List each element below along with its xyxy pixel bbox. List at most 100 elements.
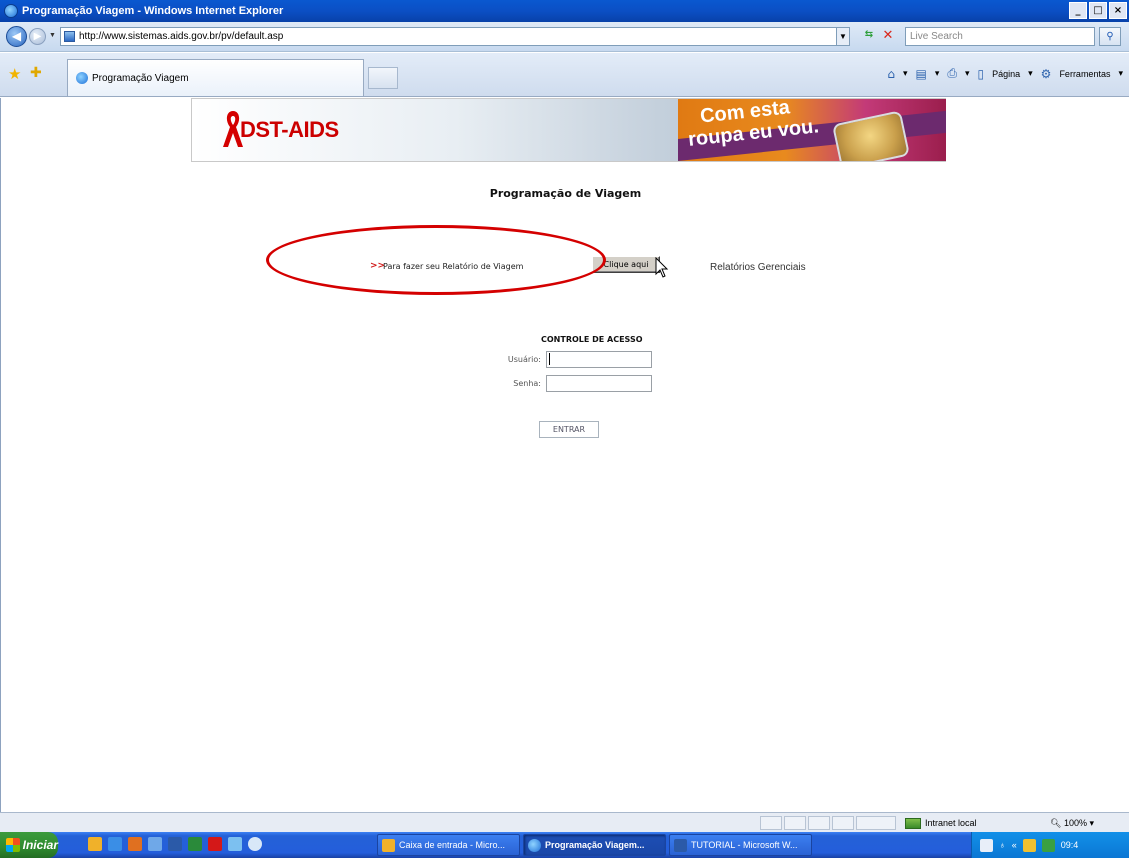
app-icon[interactable] [148, 837, 162, 851]
zoom-icon: 🔍︎ [1050, 818, 1062, 828]
tray-app-icon[interactable] [1041, 838, 1055, 852]
new-tab-button[interactable] [368, 67, 398, 89]
login-title: CONTROLE DE ACESSO [541, 335, 643, 344]
taskbar-item[interactable]: Caixa de entrada - Micro... [377, 834, 520, 856]
window-title: Programação Viagem - Windows Internet Ex… [22, 5, 284, 17]
quick-launch [88, 837, 262, 851]
page-content: DST-AIDS Com esta roupa eu vou. Programa… [0, 98, 1129, 812]
search-input[interactable]: Live Search [905, 27, 1095, 46]
command-bar: ⌂ ▾ ▤ ▾ ⎙ ▾ ▯ Página ▾ ⚙ Ferramentas ▾ [887, 66, 1123, 81]
page-menu-icon: ▯ [977, 66, 985, 81]
tools-menu-dropdown[interactable]: ▾ [1118, 68, 1123, 79]
print-dropdown[interactable]: ▾ [965, 68, 970, 79]
forward-arrow-icon[interactable]: ▶ [29, 28, 46, 45]
start-button[interactable]: Iniciar [0, 832, 58, 858]
ie-icon [528, 838, 541, 852]
search-icon[interactable]: ⚲ [1099, 27, 1121, 46]
zone-label: Intranet local [925, 818, 977, 828]
clock-app-icon[interactable] [248, 837, 262, 851]
password-label: Senha: [513, 379, 541, 388]
app-icon[interactable] [228, 837, 242, 851]
maximize-button[interactable]: □ [1089, 2, 1107, 19]
address-toolbar: ◀ ▶ ▼ http://www.sistemas.aids.gov.br/pv… [0, 22, 1129, 52]
home-icon[interactable]: ⌂ [887, 67, 895, 81]
back-arrow-icon[interactable]: ◀ [6, 26, 27, 47]
entrar-button[interactable]: ENTRAR [539, 421, 599, 438]
page-icon [64, 31, 75, 42]
ribbon-app-icon[interactable] [208, 837, 222, 851]
help-icon[interactable] [980, 838, 993, 852]
tray-app-icon[interactable] [1022, 838, 1036, 852]
feeds-dropdown[interactable]: ▾ [935, 68, 940, 79]
intranet-zone-icon [905, 817, 921, 829]
excel-icon[interactable] [188, 837, 202, 851]
report-row: >> Para fazer seu Relatório de Viagem Cl… [1, 255, 1129, 285]
report-instruction: Para fazer seu Relatório de Viagem [383, 262, 524, 271]
minimize-button[interactable]: _ [1069, 2, 1087, 19]
task-label: Caixa de entrada - Micro... [399, 840, 506, 850]
task-label: TUTORIAL - Microsoft W... [691, 840, 798, 850]
add-favorites-icon[interactable]: ✚ [30, 65, 42, 81]
username-label: Usuário: [507, 355, 541, 364]
word-icon [674, 838, 687, 852]
status-cell [784, 816, 806, 830]
page-menu[interactable]: Página [992, 69, 1020, 79]
clock: 09:4 [1060, 840, 1079, 850]
print-icon[interactable]: ⎙ [947, 66, 957, 81]
ie-logo-icon [4, 4, 18, 18]
password-field[interactable] [546, 375, 652, 392]
outlook-icon [382, 838, 395, 852]
taskbar: Iniciar Caixa de entrada - Micro... Prog… [0, 832, 1129, 858]
address-dropdown[interactable]: ▼ [836, 27, 850, 46]
banner-promo: Com esta roupa eu vou. [678, 99, 946, 161]
task-label: Programação Viagem... [545, 840, 645, 850]
refresh-icon[interactable]: ⇆ [861, 29, 877, 44]
header-banner: DST-AIDS Com esta roupa eu vou. [191, 98, 946, 162]
favorites-star-icon[interactable]: ★ [8, 65, 21, 83]
tab-label: Programação Viagem [92, 72, 189, 84]
tab-ie-icon [76, 72, 88, 84]
status-cell [808, 816, 830, 830]
stop-icon[interactable]: ✕ [880, 28, 896, 44]
security-zone[interactable]: Intranet local [905, 816, 977, 830]
taskbar-item[interactable]: TUTORIAL - Microsoft W... [669, 834, 812, 856]
feeds-icon[interactable]: ▤ [915, 67, 926, 81]
window-controls: _ □ × [1069, 2, 1127, 19]
text-caret [549, 353, 550, 365]
page-title: Programação de Viagem [489, 187, 642, 200]
system-tray: ♁ « 09:4 [971, 832, 1129, 858]
relatorios-gerenciais-link[interactable]: Relatórios Gerenciais [710, 262, 806, 273]
clique-aqui-button[interactable]: Clique aqui [592, 256, 660, 273]
app-icon[interactable] [128, 837, 142, 851]
zoom-level[interactable]: 🔍︎ 100% ▾ [1050, 816, 1094, 830]
zoom-value: 100% [1063, 818, 1087, 828]
address-url: http://www.sistemas.aids.gov.br/pv/defau… [79, 31, 284, 42]
start-label: Iniciar [22, 838, 58, 852]
network-icon[interactable]: ♁ [999, 840, 1006, 850]
taskbar-item[interactable]: Programação Viagem... [523, 834, 666, 856]
banner-logo-text: DST-AIDS [240, 117, 339, 142]
condom-pack-image [831, 110, 911, 161]
word-icon[interactable] [168, 837, 182, 851]
mouse-pointer-icon [655, 257, 669, 278]
zoom-dropdown-icon: ▾ [1089, 818, 1095, 828]
status-cell [760, 816, 782, 830]
status-bar: Intranet local 🔍︎ 100% ▾ [0, 812, 1129, 832]
username-field[interactable] [546, 351, 652, 368]
window-titlebar: Programação Viagem - Windows Internet Ex… [0, 0, 1129, 22]
recent-pages-dropdown[interactable]: ▼ [49, 32, 56, 39]
windows-flag-icon [6, 838, 20, 852]
tools-gear-icon: ⚙ [1040, 66, 1052, 81]
ie-icon[interactable] [108, 837, 122, 851]
tray-expand-icon[interactable]: « [1012, 840, 1017, 850]
status-cell [832, 816, 854, 830]
outlook-icon[interactable] [88, 837, 102, 851]
close-button[interactable]: × [1109, 2, 1127, 19]
status-cell [856, 816, 896, 830]
home-dropdown[interactable]: ▾ [903, 68, 908, 79]
tools-menu[interactable]: Ferramentas [1059, 69, 1110, 79]
page-menu-dropdown[interactable]: ▾ [1028, 68, 1033, 79]
tab-bar: ★ ✚ Programação Viagem ⌂ ▾ ▤ ▾ ⎙ ▾ ▯ Página… [0, 53, 1129, 97]
tab-programacao-viagem[interactable]: Programação Viagem [67, 59, 364, 96]
address-input[interactable]: http://www.sistemas.aids.gov.br/pv/defau… [60, 27, 850, 46]
